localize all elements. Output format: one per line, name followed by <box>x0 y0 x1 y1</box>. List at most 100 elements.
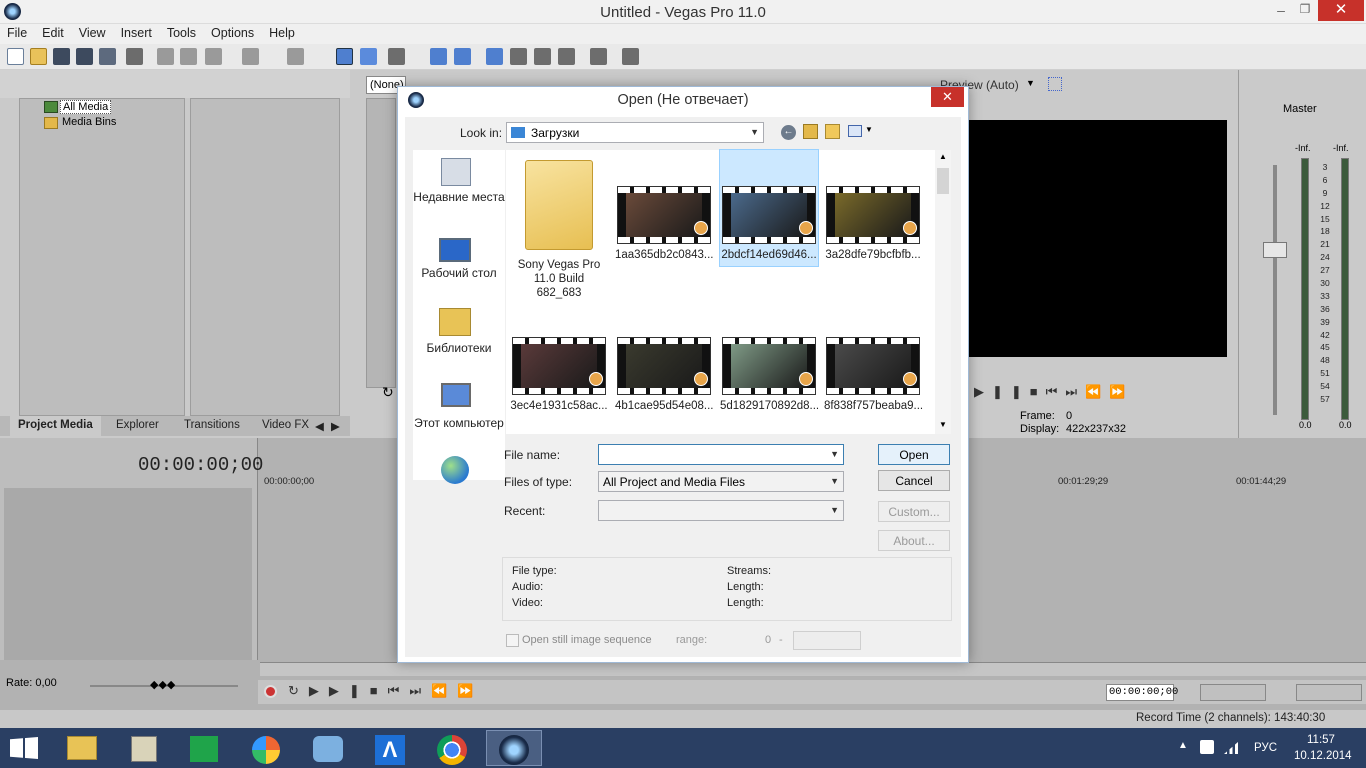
paste-icon[interactable] <box>205 48 222 65</box>
file-list-scrollbar[interactable]: ▲ ▼ <box>935 150 951 434</box>
tab-project-media[interactable]: Project Media <box>10 416 101 436</box>
new-folder-icon[interactable] <box>825 124 840 139</box>
menu-view[interactable]: View <box>72 24 114 40</box>
vegas-taskbar-icon[interactable] <box>486 730 542 766</box>
zoom-tool-icon[interactable] <box>558 48 575 65</box>
rate-slider-handle-icon[interactable]: ◆◆◆ <box>150 678 175 691</box>
timeline-scrollbar[interactable] <box>260 662 1366 676</box>
explorer-taskbar-icon[interactable] <box>54 730 110 766</box>
tray-chevron-icon[interactable]: ▲ <box>1178 740 1188 751</box>
view-menu-arrow-icon[interactable]: ▼ <box>865 125 873 134</box>
render-icon[interactable] <box>99 48 116 65</box>
preview-mode-arrow-icon[interactable]: ▼ <box>1026 78 1035 88</box>
still-sequence-checkbox[interactable] <box>506 634 519 647</box>
envelope-tool-icon[interactable] <box>360 48 377 65</box>
scroll-up-icon[interactable]: ▲ <box>939 152 947 161</box>
tabs-scroll-left-icon[interactable]: ◀ <box>312 416 327 436</box>
copy-icon[interactable] <box>180 48 197 65</box>
master-fader-handle[interactable] <box>1263 242 1287 258</box>
save-as-icon[interactable] <box>76 48 93 65</box>
record-icon[interactable] <box>264 685 277 698</box>
look-in-combo[interactable]: Загрузки ▼ <box>506 122 764 143</box>
language-indicator[interactable]: РУС <box>1254 742 1277 754</box>
enable-snapping-icon[interactable] <box>534 48 551 65</box>
file-item-video[interactable]: 3a28dfe79bcfbfb... <box>824 156 922 261</box>
snapping-icon[interactable] <box>486 48 503 65</box>
recent-combo[interactable]: ▼ <box>598 500 844 521</box>
cancel-button[interactable]: Cancel <box>878 470 950 491</box>
chrome-taskbar-icon[interactable] <box>424 730 480 766</box>
place-computer[interactable]: Этот компьютер <box>413 416 505 431</box>
menu-tools[interactable]: Tools <box>160 24 204 40</box>
selection-tool-icon[interactable] <box>388 48 405 65</box>
back-icon[interactable]: ← <box>781 125 796 140</box>
range-to-input[interactable] <box>793 631 861 650</box>
close-button[interactable]: ✕ <box>1318 0 1364 21</box>
view-menu-icon[interactable] <box>848 125 862 137</box>
photos-taskbar-icon[interactable] <box>238 730 294 766</box>
action-center-icon[interactable] <box>1200 740 1214 754</box>
tree-item-media-bins[interactable]: Media Bins <box>62 116 116 128</box>
tab-transitions[interactable]: Transitions <box>176 416 248 436</box>
place-libraries[interactable]: Библиотеки <box>413 341 505 355</box>
menu-options[interactable]: Options <box>204 24 262 40</box>
place-desktop[interactable]: Рабочий стол <box>413 266 505 280</box>
save-icon[interactable] <box>53 48 70 65</box>
network-signal-icon[interactable] <box>1224 742 1238 754</box>
auto-ripple-icon[interactable] <box>430 48 447 65</box>
about-button[interactable]: About... <box>878 530 950 551</box>
app-taskbar-icon[interactable]: Λ <box>362 730 418 766</box>
menu-edit[interactable]: Edit <box>35 24 72 40</box>
brush-icon[interactable] <box>590 48 607 65</box>
file-item-video[interactable]: 3ec4e1931c58ac... <box>510 336 608 412</box>
open-folder-icon[interactable] <box>30 48 47 65</box>
menu-help[interactable]: Help <box>262 24 303 40</box>
scroll-thumb[interactable] <box>937 168 949 194</box>
scroll-down-icon[interactable]: ▼ <box>939 420 947 429</box>
file-item-video[interactable]: 2bdcf14ed69d46... <box>719 149 819 267</box>
file-item-video[interactable]: 1aa365db2c0843... <box>615 156 713 261</box>
timeline-transport-buttons[interactable]: ↻▶▶❚■⏮⏭⏪⏩ <box>288 683 483 699</box>
selection-length-field[interactable] <box>1200 684 1266 701</box>
up-folder-icon[interactable] <box>803 124 818 139</box>
dialog-close-button[interactable]: ✕ <box>931 87 964 107</box>
tab-explorer[interactable]: Explorer <box>108 416 167 436</box>
media-panel-toolbar <box>0 70 350 98</box>
clock-date[interactable]: 10.12.2014 <box>1294 750 1352 762</box>
lock-envelopes-icon[interactable] <box>454 48 471 65</box>
files-of-type-combo[interactable]: All Project and Media Files ▼ <box>598 471 844 492</box>
file-item-video[interactable]: 5d1829170892d8... <box>720 336 819 412</box>
custom-button[interactable]: Custom... <box>878 501 950 522</box>
undo-icon[interactable] <box>242 48 259 65</box>
properties-icon[interactable] <box>126 48 143 65</box>
preview-grid-icon[interactable] <box>1048 77 1062 91</box>
selection-end-field[interactable] <box>1296 684 1362 701</box>
file-name-arrow-icon[interactable]: ▼ <box>830 449 839 459</box>
place-recent[interactable]: Недавние места <box>413 190 505 205</box>
tabs-scroll-right-icon[interactable]: ▶ <box>328 416 343 436</box>
cut-icon[interactable] <box>157 48 174 65</box>
whats-this-icon[interactable] <box>622 48 639 65</box>
file-item-video[interactable]: 4b1cae95d54e08... <box>615 336 713 412</box>
tree-item-all-media[interactable]: All Media <box>60 100 112 114</box>
clock-time[interactable]: 11:57 <box>1307 734 1335 746</box>
file-item-video[interactable]: 8f838f757beaba9... <box>824 336 923 412</box>
tab-video-fx[interactable]: Video FX <box>254 416 317 436</box>
notepad-taskbar-icon[interactable] <box>116 730 172 766</box>
menu-insert[interactable]: Insert <box>114 24 160 40</box>
restore-button[interactable]: ❐ <box>1294 2 1316 20</box>
file-item-folder[interactable]: Sony Vegas Pro 11.0 Build 682_683 <box>510 156 608 300</box>
cursor-time-field[interactable]: 00:00:00;00 <box>1106 684 1178 701</box>
people-taskbar-icon[interactable] <box>300 730 356 766</box>
redo-icon[interactable] <box>287 48 304 65</box>
minimize-button[interactable]: – <box>1270 2 1292 20</box>
open-button[interactable]: Open <box>878 444 950 465</box>
new-icon[interactable] <box>7 48 24 65</box>
file-name-input[interactable]: ▼ <box>598 444 844 465</box>
crossfade-icon[interactable] <box>510 48 527 65</box>
menu-file[interactable]: File <box>0 24 35 40</box>
normal-edit-tool-icon[interactable] <box>336 48 353 65</box>
loop-icon[interactable]: ↻ <box>382 384 394 401</box>
store-taskbar-icon[interactable] <box>176 730 232 766</box>
start-windows-icon[interactable] <box>10 737 38 759</box>
